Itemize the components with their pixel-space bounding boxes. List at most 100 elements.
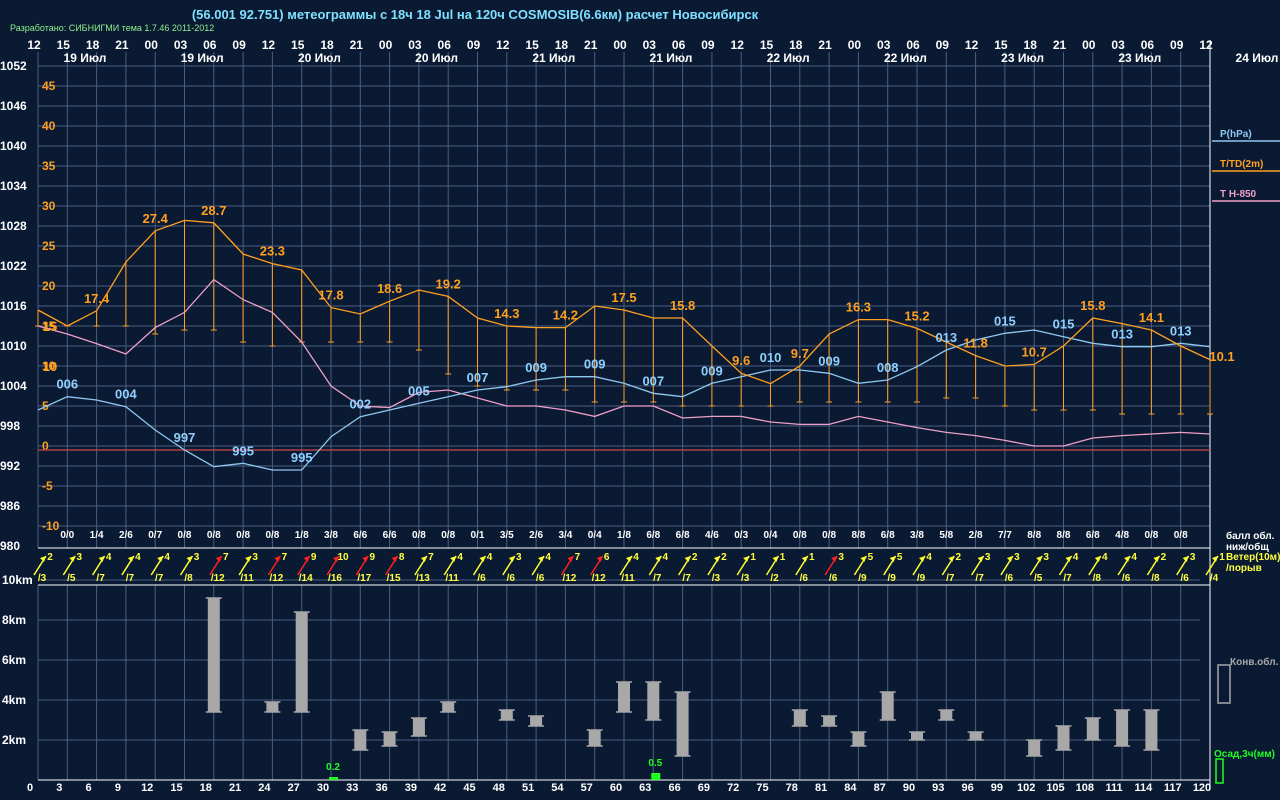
precipitation: 0.2 0.5	[326, 758, 663, 780]
date-label: 20 Июл	[415, 51, 458, 65]
wind-gust: /4	[1210, 573, 1219, 584]
wind-speed: 7	[223, 552, 229, 563]
wind-speed: 2	[47, 552, 53, 563]
wind-gust: /6	[536, 573, 545, 584]
hour-label: 12	[731, 38, 745, 52]
bottom-hour-label: 57	[581, 782, 593, 794]
cloud-fraction: 8/8	[1057, 530, 1071, 541]
wind-speed: 4	[457, 552, 463, 563]
pressure-tick: 1010	[0, 339, 27, 353]
wind-speed: 1	[809, 552, 815, 563]
conv-cloud-bar	[911, 732, 923, 740]
wind-gust: /6	[800, 573, 809, 584]
bottom-hour-label: 99	[991, 782, 1003, 794]
legend-wind2: /порыв	[1226, 563, 1262, 574]
bottom-hour-label: 0	[27, 782, 33, 794]
height-tick: 10km	[2, 573, 33, 587]
temperature-label: 19.2	[436, 276, 461, 291]
wind-gust: /15	[387, 573, 401, 584]
cloud-fraction: 6/6	[383, 530, 397, 541]
conv-cloud-bar	[383, 732, 396, 746]
hour-label: 12	[965, 38, 979, 52]
pressure-label: 002	[349, 397, 371, 412]
cloud-fraction: 1/4	[90, 530, 104, 541]
hour-label: 00	[613, 38, 627, 52]
cloud-fraction: 0/8	[822, 530, 836, 541]
bottom-hour-label: 9	[115, 782, 121, 794]
legend-conv: Конв.обл.	[1230, 656, 1279, 668]
conv-cloud-bar	[618, 682, 630, 712]
conv-cloud-bar	[823, 716, 836, 726]
temperature-label: 14.3	[494, 306, 519, 321]
bottom-hour-label: 87	[874, 782, 886, 794]
temperature-label: 23.3	[260, 244, 285, 259]
hour-label: 21	[115, 38, 129, 52]
wind-gust: /7	[975, 573, 984, 584]
wind-gust: /14	[299, 573, 313, 584]
wind-speed: 3	[252, 552, 258, 563]
wind-speed: 3	[838, 552, 844, 563]
wind-speed: 6	[604, 552, 610, 563]
wind-speed: 4	[1073, 552, 1079, 563]
pressure-label: 007	[467, 370, 489, 385]
hour-label: 21	[818, 38, 832, 52]
date-label: 22 Июл	[884, 51, 927, 65]
pressure-tick: 1052	[0, 59, 27, 73]
bottom-hour-label: 63	[639, 782, 651, 794]
hour-label: 18	[789, 38, 803, 52]
hour-label: 09	[701, 38, 715, 52]
cloud-fraction: 0/4	[588, 530, 602, 541]
bottom-hour-label: 66	[668, 782, 680, 794]
pressure-label: 015	[994, 313, 1016, 328]
bottom-hour-label: 105	[1046, 782, 1064, 794]
date-label: 19 Июл	[64, 51, 107, 65]
hour-label: 15	[760, 38, 774, 52]
cloud-cover-row: 0/0 1/4 2/6 0/7 0/8 0/8 0/8 0/8 1/8 3/8 6/6 6/6 0/8 0…	[60, 530, 1188, 541]
wind-gust: /2	[770, 573, 779, 584]
conv-cloud-bar	[1028, 740, 1041, 756]
pressure-tick: 1022	[0, 259, 27, 273]
pressure-label: 010	[760, 350, 782, 365]
cloud-fraction: 2/6	[529, 530, 543, 541]
hour-label: 12	[1199, 38, 1213, 52]
pressure-label: 004	[115, 387, 137, 402]
chart-title: (56.001 92.751) метеограммы с 18ч 18 Jul…	[192, 7, 759, 22]
bottom-hour-label: 96	[961, 782, 973, 794]
date-label: 23 Июл	[1118, 51, 1161, 65]
wind-speed: 4	[135, 552, 141, 563]
conv-cloud-bar	[676, 692, 689, 756]
hour-label: 18	[86, 38, 100, 52]
conv-cloud-bar	[588, 730, 601, 746]
wind-gust: /11	[240, 573, 254, 584]
wind-speed: 4	[1102, 552, 1108, 563]
temperature-label: 11.8	[963, 336, 988, 351]
temperature-label: 10.7	[1022, 344, 1047, 359]
pressure-tick: 992	[0, 459, 20, 473]
temperature-label: 10.1	[1209, 349, 1234, 364]
temperature-label: 9.6	[732, 353, 750, 368]
hour-label: 21	[350, 38, 364, 52]
conv-cloud-bar	[412, 718, 425, 736]
hour-label: 18	[555, 38, 569, 52]
hour-label: 18	[1024, 38, 1038, 52]
bottom-hour-label: 81	[815, 782, 827, 794]
temperature-label: 27.4	[143, 211, 169, 226]
wind-speed: 8	[399, 552, 405, 563]
pressure-label: 009	[701, 363, 723, 378]
pressure-label: 008	[877, 360, 899, 375]
temperature-tick: 0	[42, 439, 49, 453]
temperature-label: 18.6	[377, 281, 402, 296]
pressure-label: 015	[1053, 317, 1075, 332]
pressure-label: 013	[1170, 323, 1192, 338]
temperature-tick: 30	[42, 199, 56, 213]
wind-gust: /13	[416, 573, 430, 584]
hour-label: 03	[174, 38, 188, 52]
temperature-label: 10	[43, 359, 57, 374]
cloud-fraction: 2/8	[969, 530, 983, 541]
pressure-tick: 998	[0, 419, 20, 433]
hour-label: 18	[320, 38, 334, 52]
height-tick: 6km	[2, 653, 26, 667]
bottom-hour-label: 21	[229, 782, 241, 794]
cloud-fraction: 2/6	[119, 530, 133, 541]
temperature-value-labels: 17.4 27.4 28.7 23.3 17.8 18.6 19.2 14.3 14.2 17.5…	[43, 203, 1235, 374]
